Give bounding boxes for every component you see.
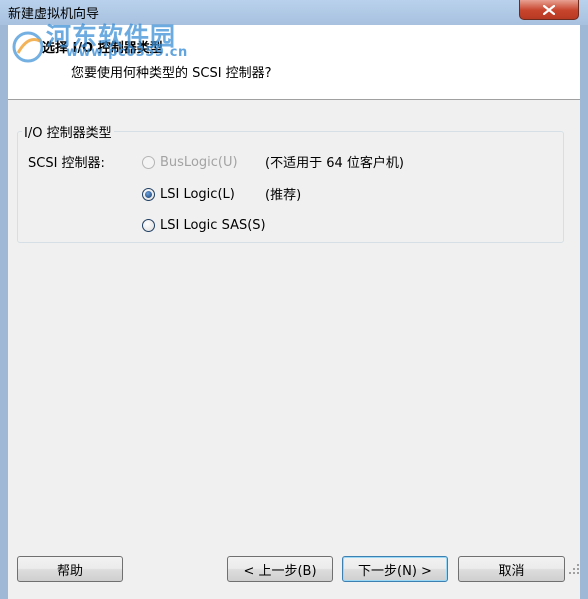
radio-lsi-logic[interactable]: LSI Logic(L) — [142, 185, 235, 203]
watermark-logo-icon — [12, 31, 44, 63]
radio-lsi-logic-sas[interactable]: LSI Logic SAS(S) — [142, 216, 266, 234]
back-button[interactable]: < 上一步(B) — [227, 556, 333, 582]
radio-label: BusLogic(U) — [160, 154, 238, 170]
resize-grip-icon[interactable] — [566, 561, 580, 575]
lsi-logic-note: (推荐) — [265, 188, 302, 203]
radio-label: LSI Logic SAS(S) — [160, 217, 266, 233]
watermark: 河东软件园 www.pc0359.cn — [8, 22, 218, 67]
radio-circle[interactable] — [142, 155, 155, 169]
radio-circle[interactable] — [142, 187, 155, 201]
buslogic-note: (不适用于 64 位客户机) — [265, 156, 404, 171]
close-button[interactable] — [519, 0, 579, 20]
help-button[interactable]: 帮助 — [17, 556, 123, 582]
watermark-url: www.pc0359.cn — [66, 45, 188, 60]
next-button[interactable]: 下一步(N) > — [342, 556, 448, 582]
scsi-controller-label: SCSI 控制器: — [28, 156, 105, 171]
radio-label: LSI Logic(L) — [160, 186, 235, 202]
radio-circle[interactable] — [142, 218, 155, 232]
group-legend: I/O 控制器类型 — [22, 122, 114, 141]
wizard-header: 选择 I/O 控制器类型 您要使用何种类型的 SCSI 控制器? 河东软件园 w… — [8, 22, 580, 100]
close-icon — [543, 4, 555, 15]
cancel-button[interactable]: 取消 — [458, 556, 565, 582]
dialog-body: 选择 I/O 控制器类型 您要使用何种类型的 SCSI 控制器? 河东软件园 w… — [8, 22, 580, 599]
radio-buslogic[interactable]: BusLogic(U) — [142, 153, 238, 171]
